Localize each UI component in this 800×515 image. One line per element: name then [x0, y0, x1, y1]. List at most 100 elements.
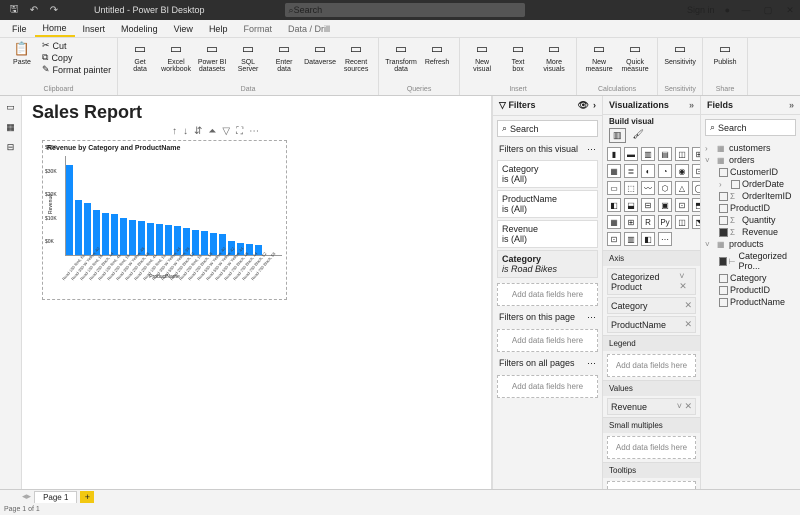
signin-link[interactable]: Sign in — [687, 5, 715, 15]
viz-type-icon[interactable]: ▬ — [624, 147, 638, 161]
hierarchy-icon[interactable]: ⏶ — [208, 126, 216, 137]
viz-type-icon[interactable]: ▥ — [624, 232, 638, 246]
format-visual-icon[interactable]: 🖌 — [630, 128, 647, 143]
enter-button[interactable]: ▭Enterdata — [268, 40, 300, 73]
dataverse-button[interactable]: ▭Dataverse — [304, 40, 336, 66]
bar[interactable] — [129, 220, 136, 255]
viz-type-icon[interactable]: ◧ — [641, 232, 655, 246]
more-icon[interactable]: ⋯ — [587, 144, 596, 155]
table-products[interactable]: ˅▦products — [705, 238, 796, 250]
viz-type-icon[interactable]: ⬚ — [624, 181, 638, 195]
paste-button[interactable]: 📋Paste — [6, 40, 38, 66]
viz-type-icon[interactable]: ▭ — [607, 181, 621, 195]
field-ProductID[interactable]: ProductID — [705, 284, 796, 296]
quick-button[interactable]: ▭Quickmeasure — [619, 40, 651, 73]
viz-type-icon[interactable]: ◧ — [607, 198, 621, 212]
field-well-drop[interactable]: Add data fields here — [607, 354, 696, 377]
collapse-icon[interactable]: › — [593, 100, 596, 111]
viz-type-icon[interactable]: ⊡ — [607, 232, 621, 246]
text-button[interactable]: ▭Textbox — [502, 40, 534, 73]
global-search[interactable]: ⌕ Search — [285, 3, 525, 17]
filter-card[interactable]: Categoryis Road Bikes — [497, 250, 598, 278]
build-visual-icon[interactable]: ▥ — [609, 128, 626, 143]
refresh-button[interactable]: ▭Refresh — [421, 40, 453, 66]
expand-icon[interactable]: ⇵ — [194, 126, 202, 137]
menu-data-drill[interactable]: Data / Drill — [280, 22, 338, 36]
viz-type-icon[interactable]: Py — [658, 215, 672, 229]
field-Revenue[interactable]: ΣRevenue — [705, 226, 796, 238]
undo-icon[interactable]: ↶ — [27, 3, 41, 17]
viz-type-icon[interactable]: ◐ — [641, 164, 655, 178]
collapse-icon[interactable]: » — [689, 100, 694, 110]
field-Category[interactable]: Category — [705, 272, 796, 284]
add-filter-visual[interactable]: Add data fields here — [497, 283, 598, 306]
bar[interactable] — [111, 214, 118, 255]
transform-button[interactable]: ▭Transformdata — [385, 40, 417, 73]
bar[interactable] — [192, 230, 199, 255]
add-filter-page[interactable]: Add data fields here — [497, 329, 598, 352]
fields-search[interactable]: ⌕Search — [705, 119, 796, 136]
page-tab[interactable]: Page 1 — [34, 491, 77, 503]
viz-type-icon[interactable]: ⋯ — [658, 232, 672, 246]
viz-type-icon[interactable]: ≣ — [624, 164, 638, 178]
viz-type-icon[interactable]: ▦ — [607, 164, 621, 178]
filter-card[interactable]: Categoryis (All) — [497, 160, 598, 188]
excel-button[interactable]: ▭Excelworkbook — [160, 40, 192, 73]
add-filter-all[interactable]: Add data fields here — [497, 375, 598, 398]
viz-type-icon[interactable]: ◫ — [675, 215, 689, 229]
filter-card[interactable]: ProductNameis (All) — [497, 190, 598, 218]
viz-type-icon[interactable]: ⊟ — [641, 198, 655, 212]
new-button[interactable]: ▭Newvisual — [466, 40, 498, 73]
viz-type-icon[interactable]: ⬓ — [624, 198, 638, 212]
field-ProductID[interactable]: ProductID — [705, 202, 796, 214]
bar[interactable] — [84, 203, 91, 256]
menu-help[interactable]: Help — [201, 22, 236, 36]
viz-type-icon[interactable]: ▮ — [607, 147, 621, 161]
viz-type-icon[interactable]: ⊞ — [624, 215, 638, 229]
bar[interactable] — [75, 200, 82, 255]
data-view-icon[interactable]: ▦ — [4, 120, 18, 134]
table-orders[interactable]: ˅▦orders — [705, 154, 796, 166]
menu-modeling[interactable]: Modeling — [113, 22, 166, 36]
field-well-item[interactable]: ProductName✕ — [607, 316, 696, 333]
filter-card[interactable]: Revenueis (All) — [497, 220, 598, 248]
next-page-icon[interactable]: ▸ — [27, 491, 32, 502]
viz-type-icon[interactable]: △ — [675, 181, 689, 195]
drill-up-icon[interactable]: ↑ — [172, 126, 177, 137]
bar[interactable] — [147, 223, 154, 256]
field-ProductName[interactable]: ProductName — [705, 296, 796, 308]
viz-type-icon[interactable]: ▤ — [658, 147, 672, 161]
report-view-icon[interactable]: ▭ — [4, 100, 18, 114]
field-well-item[interactable]: Categorized Product˅ ✕ — [607, 268, 696, 295]
bar[interactable] — [120, 218, 127, 256]
viz-type-icon[interactable]: ⊞ — [692, 147, 700, 161]
user-avatar-icon[interactable]: ● — [725, 5, 730, 15]
viz-type-icon[interactable]: ◉ — [675, 164, 689, 178]
bar[interactable] — [102, 213, 109, 256]
filters-search[interactable]: ⌕Search — [497, 120, 598, 137]
redo-icon[interactable]: ↷ — [47, 3, 61, 17]
bar[interactable] — [165, 225, 172, 255]
viz-type-icon[interactable]: ▦ — [607, 215, 621, 229]
save-icon[interactable]: 🖫 — [7, 3, 21, 17]
sql-button[interactable]: ▭SQLServer — [232, 40, 264, 73]
close-icon[interactable]: ✕ — [784, 5, 796, 16]
more-icon[interactable]: ⋯ — [249, 126, 259, 137]
field-Categorized Pro...[interactable]: ⊢Categorized Pro... — [705, 250, 796, 272]
field-Quantity[interactable]: ΣQuantity — [705, 214, 796, 226]
new-button[interactable]: ▭Newmeasure — [583, 40, 615, 73]
field-OrderDate[interactable]: ›OrderDate — [705, 178, 796, 190]
viz-type-icon[interactable]: ◔ — [658, 164, 672, 178]
menu-home[interactable]: Home — [35, 21, 75, 37]
format-painter-button[interactable]: ✎Format painter — [42, 64, 111, 75]
viz-type-icon[interactable]: ⬡ — [658, 181, 672, 195]
field-well-item[interactable]: Category✕ — [607, 297, 696, 314]
bar[interactable] — [201, 231, 208, 255]
maximize-icon[interactable]: ▢ — [762, 5, 774, 16]
more-icon[interactable]: ⋯ — [587, 312, 596, 323]
publish-button[interactable]: ▭Publish — [709, 40, 741, 66]
more-icon[interactable]: ⋯ — [587, 358, 596, 369]
show-icon[interactable]: 👁 — [578, 100, 589, 111]
table-customers[interactable]: ›▦customers — [705, 142, 796, 154]
menu-view[interactable]: View — [166, 22, 201, 36]
